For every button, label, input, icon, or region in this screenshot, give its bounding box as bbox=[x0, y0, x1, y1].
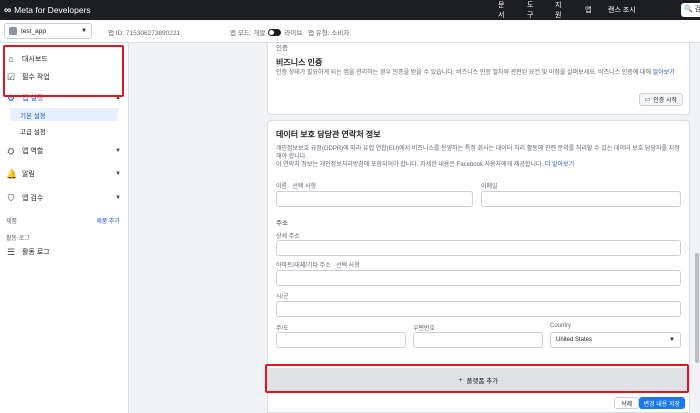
dpo-learn-more-link[interactable]: 더 알아보기 bbox=[545, 162, 574, 168]
brand-name: Meta for Developers bbox=[14, 5, 91, 15]
live-label: 라이브 bbox=[284, 30, 303, 37]
start-verification-button[interactable]: ▭ 인증 시작 bbox=[638, 93, 683, 106]
app-name: test_app bbox=[21, 27, 46, 35]
caret-down-icon: ▼ bbox=[81, 28, 87, 34]
shield-check-icon: ⛉ bbox=[7, 193, 15, 203]
app-icon bbox=[9, 27, 17, 35]
state-input[interactable] bbox=[276, 332, 406, 348]
panel-cut-title: 인증 bbox=[276, 45, 288, 52]
sidebar-subitem-basic[interactable]: 기본 설정 bbox=[10, 108, 118, 121]
state-label: 주/도 bbox=[276, 326, 289, 332]
sidebar-item-app-review[interactable]: ⛉ 앱 검수 ▼ bbox=[0, 190, 129, 206]
sidebar-item-activity-log[interactable]: ☰ 활동 로그 bbox=[0, 244, 129, 260]
address-heading: 주소 bbox=[276, 220, 288, 227]
meta-logo[interactable]: ∞ Meta for Developers bbox=[4, 5, 91, 16]
nav-link-apps[interactable]: 앱 bbox=[585, 5, 591, 15]
business-verification-title: 비즈니스 인증 bbox=[276, 58, 323, 67]
add-product-link[interactable]: 제품 추가 bbox=[96, 216, 120, 225]
products-section-label: 제품 bbox=[6, 219, 18, 225]
country-select[interactable]: United States ▼ bbox=[550, 332, 681, 348]
zip-input[interactable] bbox=[413, 332, 543, 348]
business-verification-panel: 인증 비즈니스 인증 인증 상태가 필요하게 되는 앱을 관리하는 경우 인증을… bbox=[267, 43, 690, 115]
email-input[interactable] bbox=[481, 191, 681, 207]
sidebar-subitem-advanced[interactable]: 고급 설정 bbox=[10, 124, 118, 137]
email-label: 이메일 bbox=[481, 184, 498, 190]
sidebar: ⌂ 대시보드 ☑ 필수 작업 ⚙ 앱 설정 ▲ 기본 설정 고급 설정 ⛭ 앱 … bbox=[0, 43, 129, 413]
highlight-box-add-platform bbox=[265, 364, 689, 393]
apt-input[interactable] bbox=[276, 270, 681, 286]
save-changes-button[interactable]: 변경 내용 저장 bbox=[638, 397, 685, 409]
nav-link-user[interactable]: 랜스 조시 bbox=[608, 5, 636, 15]
bell-icon: 🔔 bbox=[6, 169, 18, 179]
app-bar: test_app ▼ 앱 ID: 715306273890221 앱 모드: 개… bbox=[0, 20, 700, 43]
chevron-down-icon: ▼ bbox=[115, 195, 121, 201]
street-label: 상세 주소 bbox=[276, 234, 300, 240]
app-selector[interactable]: test_app ▼ bbox=[4, 23, 92, 39]
dpo-desc: 개인정보보호 규정(GDPR)에 따라 유럽 연합(EU)에서 비즈니스를 운영… bbox=[276, 146, 680, 168]
top-navigation: ∞ Meta for Developers 문서 도구 지원 앱 랜스 조시 🔍… bbox=[0, 0, 700, 20]
mode-toggle[interactable] bbox=[268, 28, 282, 36]
activity-section-label: 활동 로그 bbox=[6, 236, 30, 242]
app-mode: 앱 모드: 개발 라이브 bbox=[230, 27, 302, 37]
sidebar-item-alerts[interactable]: 🔔 알림 ▼ bbox=[0, 166, 129, 182]
app-type: 앱 유형: 소비자 bbox=[308, 30, 350, 37]
chevron-down-icon: ▼ bbox=[115, 171, 121, 177]
name-label: 이름 · 선택 사항 bbox=[276, 184, 317, 190]
scrollbar[interactable] bbox=[694, 43, 700, 413]
city-input[interactable] bbox=[276, 301, 681, 317]
scroll-thumb[interactable] bbox=[695, 253, 699, 363]
app-id: 앱 ID: 715306273890221 bbox=[108, 30, 181, 37]
street-input[interactable] bbox=[276, 240, 681, 256]
document-icon: ▭ bbox=[644, 97, 651, 103]
dpo-title: 데이터 보호 담당관 연락처 정보 bbox=[276, 130, 381, 139]
roles-icon: ⛭ bbox=[7, 146, 15, 156]
learn-more-link[interactable]: 알아보기 bbox=[653, 70, 675, 76]
nav-link-docs[interactable]: 문서 bbox=[498, 0, 504, 20]
nav-link-support[interactable]: 지원 bbox=[555, 0, 561, 20]
footer-bar: 삭제 변경 내용 저장 bbox=[267, 393, 690, 413]
city-label: 시/군 bbox=[276, 294, 289, 300]
apt-label: 아파트/대체/기타 주소 · 선택 사항 bbox=[276, 263, 360, 269]
chevron-down-icon: ▼ bbox=[115, 148, 121, 154]
highlight-box-app-settings bbox=[3, 45, 124, 97]
name-input[interactable] bbox=[276, 191, 473, 207]
search-input[interactable]: 🔍 검 bbox=[681, 3, 700, 17]
zip-label: 우편번호 bbox=[413, 326, 436, 332]
list-icon: ☰ bbox=[6, 247, 16, 257]
meta-infinity-icon: ∞ bbox=[4, 4, 12, 16]
sidebar-item-app-roles[interactable]: ⛭ 앱 역할 ▼ bbox=[0, 143, 129, 159]
dpo-contact-panel: 데이터 보호 담당관 연락처 정보 개인정보보호 규정(GDPR)에 따라 유럽… bbox=[267, 120, 690, 368]
country-label: Country bbox=[550, 323, 572, 329]
caret-down-icon: ▼ bbox=[669, 337, 675, 343]
delete-button[interactable]: 삭제 bbox=[613, 397, 639, 409]
nav-link-tools[interactable]: 도구 bbox=[527, 0, 533, 20]
business-verification-desc: 인증 상태가 필요하게 되는 앱을 관리하는 경우 인증을 받을 수 있습니다.… bbox=[276, 70, 675, 76]
